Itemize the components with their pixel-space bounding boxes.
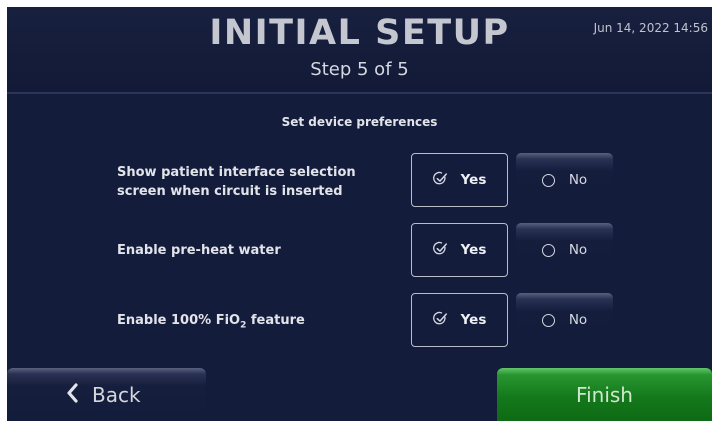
pref-label-preheat-water: Enable pre-heat water	[117, 243, 281, 258]
fio2-label-text: Enable 100% FiO	[117, 313, 241, 328]
section-title: Set device preferences	[281, 115, 438, 129]
step-indicator: Step 5 of 5	[310, 59, 409, 80]
fio2-label-suffix: feature	[246, 313, 305, 328]
chevron-left-icon	[66, 382, 78, 407]
datetime: Jun 14, 2022 14:56	[593, 21, 708, 35]
setup-screen: INITIAL SETUP Step 5 of 5 Jun 14, 2022 1…	[7, 7, 712, 421]
finish-label: Finish	[576, 382, 633, 407]
pref-preheat-water-yes-button[interactable]: Yes	[411, 223, 508, 277]
no-label: No	[568, 172, 588, 188]
no-label: No	[568, 242, 588, 258]
check-circle-icon	[432, 171, 448, 190]
yes-label: Yes	[460, 242, 487, 258]
back-button[interactable]: Back	[7, 368, 206, 421]
pref-preheat-water-no-button[interactable]: No	[516, 223, 613, 277]
check-circle-icon	[432, 241, 448, 260]
pref-label-patient-interface: Show patient interface selection screen …	[117, 165, 356, 199]
finish-button[interactable]: Finish	[497, 368, 712, 421]
radio-unselected-icon	[541, 243, 555, 257]
header-divider	[7, 92, 712, 94]
yes-label: Yes	[460, 172, 487, 188]
no-label: No	[568, 312, 588, 328]
back-label: Back	[92, 382, 141, 407]
pref-patient-interface-yes-button[interactable]: Yes	[411, 153, 508, 207]
pref-fio2-no-button[interactable]: No	[516, 293, 613, 347]
radio-unselected-icon	[541, 173, 555, 187]
pref-fio2-yes-button[interactable]: Yes	[411, 293, 508, 347]
check-circle-icon	[432, 311, 448, 330]
pref-label-fio2: Enable 100% FiO2 feature	[117, 311, 407, 336]
header: INITIAL SETUP Step 5 of 5 Jun 14, 2022 1…	[7, 7, 712, 92]
radio-unselected-icon	[541, 313, 555, 327]
pref-patient-interface-no-button[interactable]: No	[516, 153, 613, 207]
yes-label: Yes	[460, 312, 487, 328]
